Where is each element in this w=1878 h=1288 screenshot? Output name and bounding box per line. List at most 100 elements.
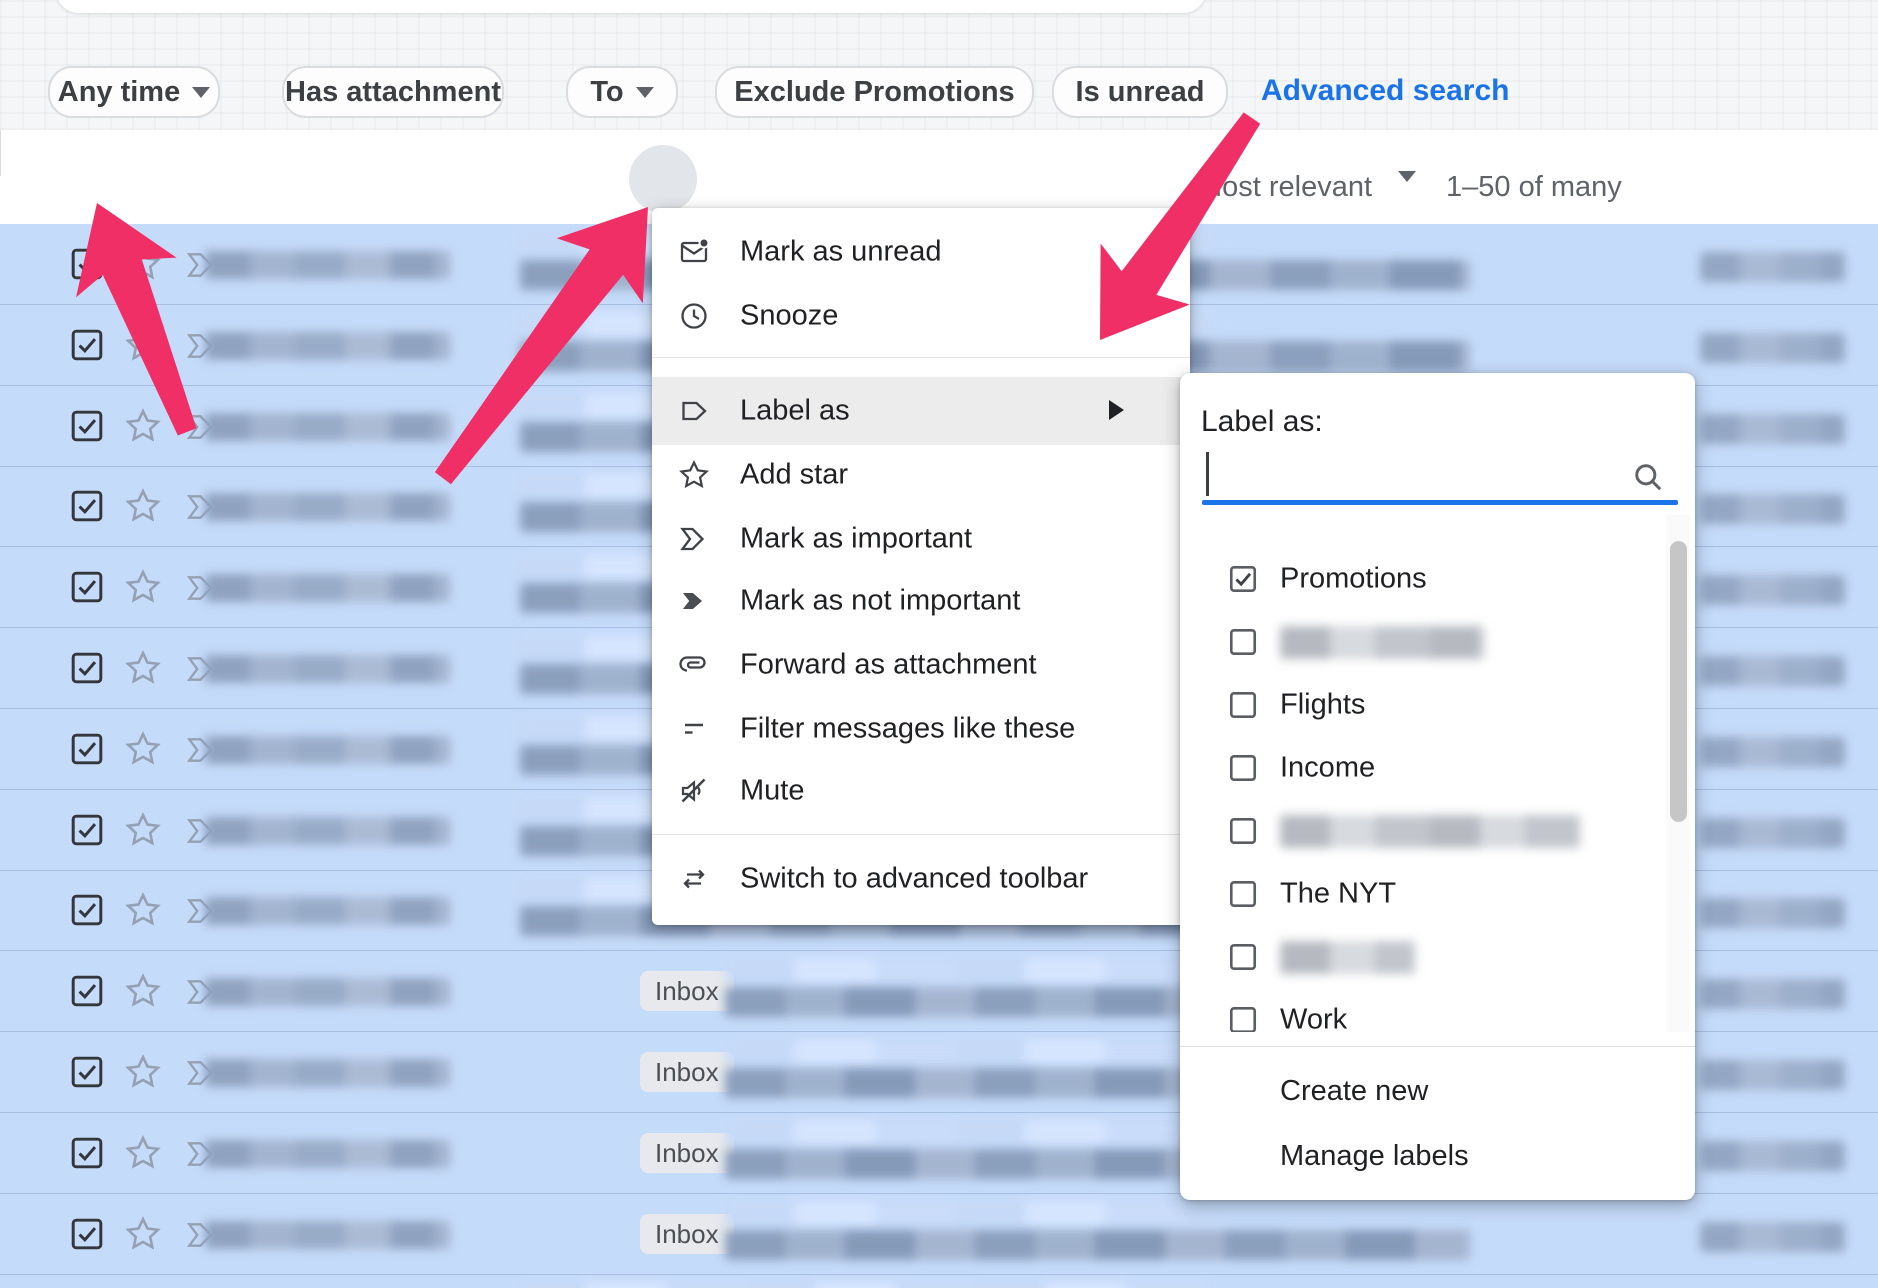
menu-item-mark-not-important[interactable]: Mark as not important <box>652 569 1190 633</box>
menu-item-filter-messages[interactable]: Filter messages like these <box>652 697 1190 761</box>
label-search-input[interactable] <box>1202 500 1678 505</box>
inbox-badge: Inbox <box>640 1133 734 1173</box>
filter-chip-is-unread[interactable]: Is unread <box>1052 66 1228 118</box>
star-icon[interactable] <box>124 245 162 283</box>
star-icon[interactable] <box>124 730 162 768</box>
date-blurred <box>1700 656 1845 686</box>
menu-item-switch-toolbar[interactable]: Switch to advanced toolbar <box>652 847 1190 911</box>
star-icon[interactable] <box>124 568 162 606</box>
label-checkbox[interactable] <box>1228 942 1258 972</box>
row-checkbox[interactable] <box>70 570 104 604</box>
row-checkbox[interactable] <box>70 732 104 766</box>
star-icon[interactable] <box>124 1134 162 1172</box>
menu-item-snooze[interactable]: Snooze <box>652 284 1190 348</box>
submenu-divider <box>1180 1046 1695 1047</box>
snippet-blurred <box>725 1121 1215 1145</box>
star-icon <box>678 459 710 491</box>
sender-blurred <box>205 978 450 1006</box>
sender-blurred <box>205 413 450 441</box>
row-checkbox[interactable] <box>70 893 104 927</box>
menu-item-label-as[interactable]: Label as <box>652 377 1190 445</box>
label-as-submenu: Label as: Promotions <box>1180 373 1695 1200</box>
menu-item-mute[interactable]: Mute <box>652 759 1190 823</box>
menu-item-forward-attachment[interactable]: Forward as attachment <box>652 633 1190 697</box>
label-checkbox[interactable] <box>1228 564 1258 594</box>
star-icon[interactable] <box>124 649 162 687</box>
menu-divider <box>652 357 1190 358</box>
label-name-blurred <box>1280 815 1580 848</box>
submenu-arrow-icon <box>1109 400 1124 420</box>
row-checkbox[interactable] <box>70 1055 104 1089</box>
mark-unread-icon <box>678 236 710 268</box>
label-checkbox[interactable] <box>1228 879 1258 909</box>
label-option[interactable] <box>1180 926 1695 989</box>
create-new-item[interactable]: Create new <box>1280 1075 1428 1108</box>
sort-caret-icon[interactable] <box>1398 182 1416 200</box>
date-blurred <box>1700 414 1845 444</box>
star-icon[interactable] <box>124 811 162 849</box>
chip-label: Has attachment <box>285 76 501 109</box>
sender-blurred <box>205 1221 450 1249</box>
filter-chip-exclude-promotions[interactable]: Exclude Promotions <box>715 66 1034 118</box>
sender-blurred <box>205 332 450 360</box>
menu-item-mark-as-unread[interactable]: Mark as unread <box>652 220 1190 284</box>
inbox-badge: Inbox <box>640 1214 734 1254</box>
filter-chip-any-time[interactable]: Any time <box>48 66 220 118</box>
date-blurred <box>1700 737 1845 767</box>
manage-labels-item[interactable]: Manage labels <box>1280 1140 1469 1173</box>
chip-label: Any time <box>58 76 180 109</box>
menu-item-add-star[interactable]: Add star <box>652 443 1190 507</box>
row-checkbox[interactable] <box>70 489 104 523</box>
snippet-blurred <box>725 1202 1215 1226</box>
label-option[interactable]: Income <box>1180 737 1695 800</box>
toolbar-divider <box>0 130 1 176</box>
filter-chip-to[interactable]: To <box>566 66 678 118</box>
row-checkbox[interactable] <box>70 813 104 847</box>
label-checkbox[interactable] <box>1228 627 1258 657</box>
star-icon[interactable] <box>124 407 162 445</box>
label-checkbox[interactable] <box>1228 753 1258 783</box>
label-checkbox[interactable] <box>1228 816 1258 846</box>
label-checkbox[interactable] <box>1228 1005 1258 1033</box>
star-icon[interactable] <box>124 487 162 525</box>
row-checkbox[interactable] <box>70 974 104 1008</box>
important-marker-icon <box>678 523 710 555</box>
label-option[interactable]: The NYT <box>1180 863 1695 926</box>
row-checkbox[interactable] <box>70 651 104 685</box>
sort-selector[interactable]: Most relevant <box>1198 171 1372 204</box>
row-checkbox[interactable] <box>70 409 104 443</box>
filter-chip-has-attachment[interactable]: Has attachment <box>282 66 504 118</box>
search-icon <box>1632 461 1666 495</box>
email-row[interactable]: Inbox <box>0 1274 1878 1288</box>
star-icon[interactable] <box>124 326 162 364</box>
label-name-blurred <box>1280 626 1485 659</box>
menu-item-mark-important[interactable]: Mark as important <box>652 507 1190 571</box>
label-option[interactable]: Flights <box>1180 674 1695 737</box>
label-option[interactable] <box>1180 800 1695 863</box>
date-blurred <box>1700 979 1845 1009</box>
scrollbar-thumb[interactable] <box>1670 541 1687 822</box>
snippet-blurred <box>725 959 1215 983</box>
sender-blurred <box>205 736 450 764</box>
email-row[interactable]: Inbox <box>0 1194 1878 1275</box>
row-checkbox[interactable] <box>70 1136 104 1170</box>
row-checkbox[interactable] <box>70 1217 104 1251</box>
inbox-badge: Inbox <box>640 1052 734 1092</box>
sender-blurred <box>205 655 450 683</box>
sender-blurred <box>205 1140 450 1168</box>
label-option[interactable]: Promotions <box>1180 548 1695 611</box>
row-checkbox[interactable] <box>70 328 104 362</box>
chip-label: Is unread <box>1076 76 1205 109</box>
label-checkbox[interactable] <box>1228 690 1258 720</box>
not-important-marker-icon <box>678 585 710 617</box>
pagination-range: 1–50 of many <box>1446 171 1622 204</box>
star-icon[interactable] <box>124 1215 162 1253</box>
star-icon[interactable] <box>124 972 162 1010</box>
star-icon[interactable] <box>124 1053 162 1091</box>
label-option[interactable]: Work <box>1180 989 1695 1033</box>
date-blurred <box>1700 1060 1845 1090</box>
label-option[interactable] <box>1180 611 1695 674</box>
advanced-search-link[interactable]: Advanced search <box>1261 74 1509 108</box>
star-icon[interactable] <box>124 891 162 929</box>
row-checkbox[interactable] <box>70 247 104 281</box>
